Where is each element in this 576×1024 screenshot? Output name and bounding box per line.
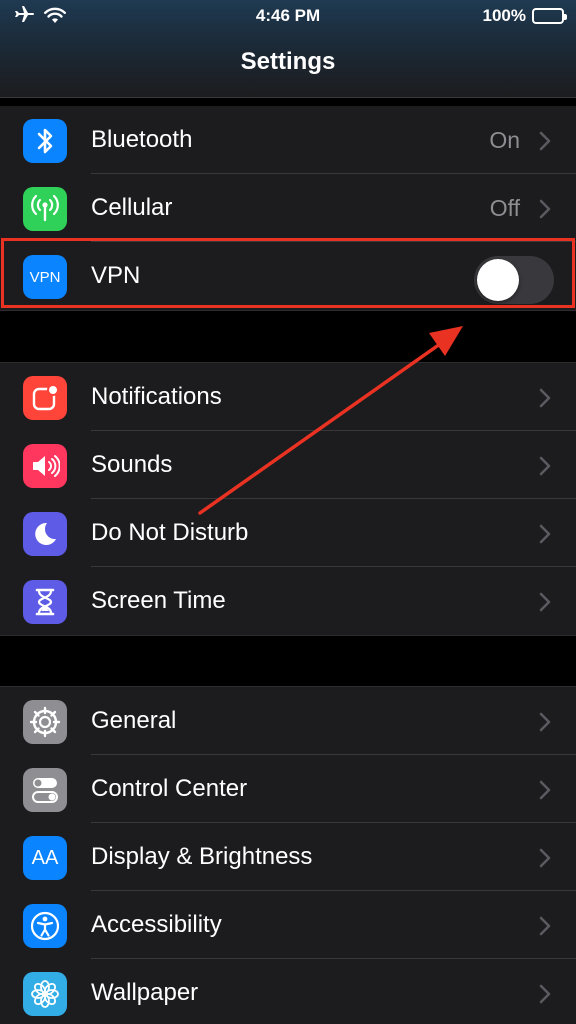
row-label: Screen Time	[91, 587, 226, 614]
general-group: General Control Center AA Display & Brig…	[0, 686, 576, 1024]
connectivity-group: Bluetooth On Cellular Off VPN VPN	[0, 106, 576, 311]
chevron-right-icon	[539, 131, 551, 151]
vpn-icon: VPN	[23, 255, 67, 299]
chevron-right-icon	[539, 712, 551, 732]
row-label: Notifications	[91, 383, 222, 410]
status-bar: 4:46 PM 100%	[0, 0, 576, 34]
row-label: VPN	[91, 262, 141, 289]
chevron-right-icon	[539, 780, 551, 800]
chevron-right-icon	[539, 984, 551, 1004]
vpn-icon-text: VPN	[29, 268, 61, 286]
settings-row-display-brightness[interactable]: AA Display & Brightness	[0, 823, 576, 891]
settings-row-control-center[interactable]: Control Center	[0, 755, 576, 823]
row-value: On	[489, 127, 520, 153]
row-label: Sounds	[91, 451, 173, 478]
chevron-right-icon	[539, 848, 551, 868]
battery-icon	[532, 8, 567, 24]
row-label: Cellular	[91, 194, 173, 221]
speaker-icon	[23, 444, 67, 488]
settings-row-do-not-disturb[interactable]: Do Not Disturb	[0, 499, 576, 567]
notifications-icon	[23, 376, 67, 420]
text-size-icon: AA	[23, 836, 67, 880]
settings-row-cellular[interactable]: Cellular Off	[0, 174, 576, 242]
hourglass-icon	[23, 580, 67, 624]
settings-row-screen-time[interactable]: Screen Time	[0, 567, 576, 635]
page-title: Settings	[240, 48, 336, 75]
settings-row-bluetooth[interactable]: Bluetooth On	[0, 106, 576, 174]
row-label: General	[91, 707, 177, 734]
row-label: Bluetooth	[91, 126, 193, 153]
status-right: 100%	[482, 6, 567, 26]
text-size-icon-text: AA	[31, 846, 59, 869]
row-label: Wallpaper	[91, 979, 199, 1006]
toggles-icon	[23, 768, 67, 812]
chevron-right-icon	[539, 524, 551, 544]
row-label: Control Center	[91, 775, 248, 802]
toggle-knob	[477, 259, 519, 301]
settings-row-wallpaper[interactable]: Wallpaper	[0, 959, 576, 1024]
vpn-toggle[interactable]	[474, 256, 554, 304]
chevron-right-icon	[539, 199, 551, 219]
bluetooth-icon	[23, 119, 67, 163]
row-label: Accessibility	[91, 911, 222, 938]
chevron-right-icon	[539, 592, 551, 612]
moon-icon	[23, 512, 67, 556]
settings-row-sounds[interactable]: Sounds	[0, 431, 576, 499]
settings-row-vpn[interactable]: VPN VPN	[0, 242, 576, 310]
row-label: Display & Brightness	[91, 843, 313, 870]
row-value: Off	[489, 195, 520, 221]
navigation-header: 4:46 PM 100% Settings	[0, 0, 576, 98]
notifications-group: Notifications Sounds Do Not Disturb Scre…	[0, 362, 576, 636]
settings-row-notifications[interactable]: Notifications	[0, 363, 576, 431]
cellular-antenna-icon	[23, 187, 67, 231]
accessibility-icon	[23, 904, 67, 948]
gear-icon	[23, 700, 67, 744]
chevron-right-icon	[539, 388, 551, 408]
settings-row-general[interactable]: General	[0, 687, 576, 755]
chevron-right-icon	[539, 456, 551, 476]
chevron-right-icon	[539, 916, 551, 936]
flower-icon	[23, 972, 67, 1016]
settings-row-accessibility[interactable]: Accessibility	[0, 891, 576, 959]
row-label: Do Not Disturb	[91, 519, 249, 546]
battery-percentage: 100%	[482, 6, 526, 25]
